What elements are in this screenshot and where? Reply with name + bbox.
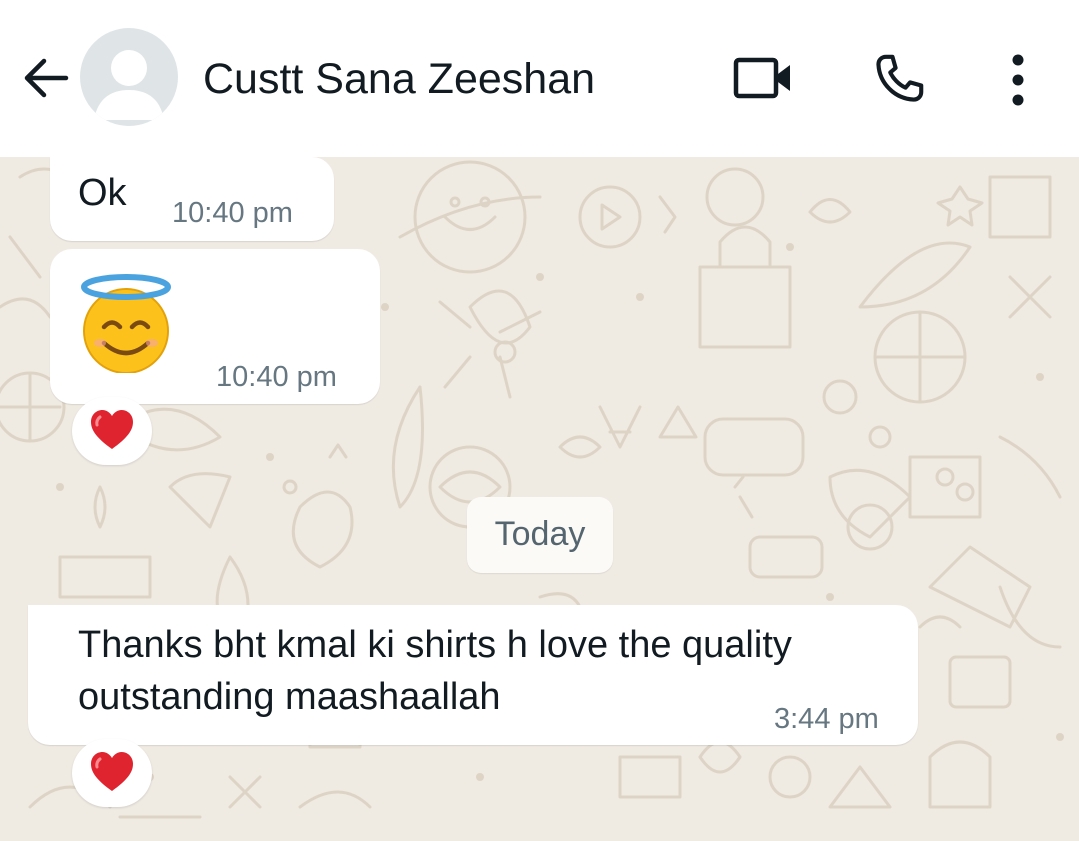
- reaction-badge[interactable]: [72, 739, 152, 807]
- contact-avatar[interactable]: [80, 28, 178, 126]
- message-text: Thanks bht kmal ki shirts h love the qua…: [78, 624, 792, 718]
- chat-header: Custt Sana Zeeshan: [0, 0, 1079, 157]
- contact-name[interactable]: Custt Sana Zeeshan: [203, 54, 595, 104]
- message-text: Ok: [78, 172, 127, 214]
- video-call-icon: [733, 57, 790, 99]
- message-bubble[interactable]: Thanks bht kmal ki shirts h love the qua…: [28, 605, 918, 745]
- message-bubble[interactable]: 10:40 pm: [50, 249, 380, 404]
- voice-call-button[interactable]: [870, 50, 928, 108]
- more-options-button[interactable]: [1000, 50, 1036, 110]
- chat-area[interactable]: Ok 10:40 pm 10:40 pm Today Thanks bht km…: [0, 157, 1079, 841]
- reaction-badge[interactable]: [72, 397, 152, 465]
- video-call-button[interactable]: [732, 52, 794, 104]
- message-time: 10:40 pm: [172, 197, 293, 229]
- date-separator: Today: [467, 497, 613, 573]
- default-avatar-icon: [94, 50, 164, 120]
- heart-icon: [91, 752, 133, 791]
- message-bubble[interactable]: Ok 10:40 pm: [50, 157, 334, 241]
- date-separator-label: Today: [494, 515, 586, 553]
- heart-icon: [91, 410, 133, 449]
- halo-smiley-emoji: [76, 273, 176, 378]
- more-vertical-icon: [1012, 54, 1024, 106]
- message-time: 10:40 pm: [216, 361, 337, 393]
- phone-icon: [876, 54, 924, 102]
- message-time: 3:44 pm: [774, 703, 879, 735]
- back-arrow-icon[interactable]: [20, 52, 72, 104]
